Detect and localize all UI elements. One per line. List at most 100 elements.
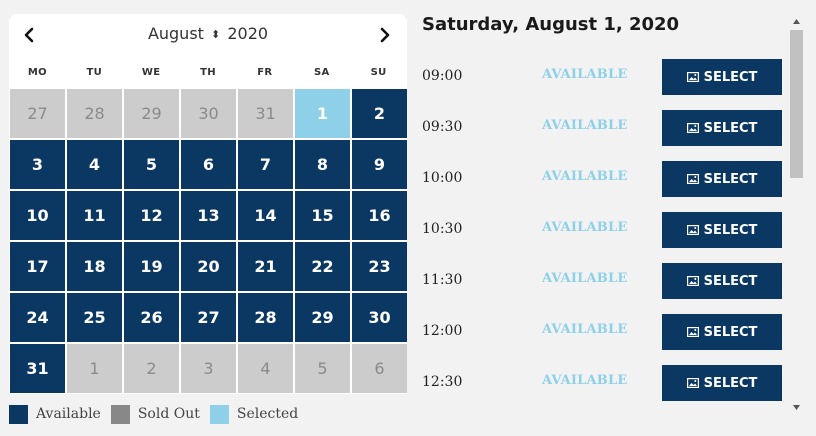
day-cell-available[interactable]: 29 <box>295 293 350 342</box>
scrollbar[interactable] <box>789 14 804 414</box>
select-slot-button[interactable]: SELECT <box>662 110 782 146</box>
image-icon <box>686 276 699 286</box>
day-cell-available[interactable]: 14 <box>238 191 293 240</box>
legend: Available Sold Out Selected <box>9 404 308 424</box>
day-cell-available[interactable]: 16 <box>352 191 407 240</box>
day-cell-available[interactable]: 2 <box>352 89 407 138</box>
slot-time: 09:00 <box>422 68 463 84</box>
day-cell-available[interactable]: 9 <box>352 140 407 189</box>
select-button-label: SELECT <box>703 171 758 187</box>
slot-status: AVAILABLE <box>542 373 628 388</box>
day-cell-disabled: 31 <box>238 89 293 138</box>
chevron-right-icon <box>380 27 390 43</box>
day-cell-available[interactable]: 20 <box>181 242 236 291</box>
legend-label: Selected <box>236 406 299 422</box>
weekday-label: MO <box>27 67 47 78</box>
day-cell-available[interactable]: 12 <box>124 191 179 240</box>
time-slot-row: 10:30 AVAILABLE SELECT <box>422 212 784 249</box>
legend-item: Available <box>9 404 101 424</box>
weekday-label: FR <box>257 67 273 78</box>
legend-label: Sold Out <box>137 406 200 422</box>
day-cell-available[interactable]: 10 <box>10 191 65 240</box>
day-cell-available[interactable]: 31 <box>10 344 65 393</box>
slot-status: AVAILABLE <box>542 118 628 133</box>
day-cell-available[interactable]: 3 <box>10 140 65 189</box>
weekday-label: WE <box>141 67 161 78</box>
day-cell-disabled: 6 <box>352 344 407 393</box>
day-cell-available[interactable]: 28 <box>238 293 293 342</box>
day-cell-available[interactable]: 24 <box>10 293 65 342</box>
select-slot-button[interactable]: SELECT <box>662 59 782 95</box>
weekday-label: SA <box>313 67 330 78</box>
day-cell-disabled: 4 <box>238 344 293 393</box>
time-slot-row: 12:30 AVAILABLE SELECT <box>422 365 784 402</box>
month-toggle-icon: ⬍ <box>211 28 221 41</box>
time-slot-row: 09:00 AVAILABLE SELECT <box>422 59 784 96</box>
image-icon <box>686 72 699 82</box>
day-cell-available[interactable]: 6 <box>181 140 236 189</box>
weekday-header-row: MO TU WE TH FR SA SU <box>9 58 407 87</box>
select-button-label: SELECT <box>703 120 758 136</box>
slot-time: 09:30 <box>422 119 463 135</box>
day-cell-selected[interactable]: 1 <box>295 89 350 138</box>
day-cell-disabled: 5 <box>295 344 350 393</box>
legend-item: Sold Out <box>110 404 200 424</box>
scroll-up-arrow[interactable] <box>789 14 804 28</box>
day-cell-disabled: 30 <box>181 89 236 138</box>
day-cell-available[interactable]: 4 <box>67 140 122 189</box>
image-icon <box>686 225 699 235</box>
day-cell-available[interactable]: 27 <box>181 293 236 342</box>
time-slot-row: 12:00 AVAILABLE SELECT <box>422 314 784 351</box>
day-cell-disabled: 3 <box>181 344 236 393</box>
weekday-label: TU <box>86 67 103 78</box>
day-cell-available[interactable]: 11 <box>67 191 122 240</box>
day-cell-available[interactable]: 19 <box>124 242 179 291</box>
select-button-label: SELECT <box>703 69 758 85</box>
select-slot-button[interactable]: SELECT <box>662 212 782 248</box>
select-button-label: SELECT <box>703 324 758 340</box>
select-button-label: SELECT <box>703 222 758 238</box>
caret-down-icon <box>793 404 800 410</box>
select-slot-button[interactable]: SELECT <box>662 161 782 197</box>
selected-day-title: Saturday, August 1, 2020 <box>422 14 680 35</box>
calendar-grid: 27 28 29 30 31 1 2 3 4 5 6 7 8 9 10 11 12 13 14 15 16 17 18 19 2… <box>9 87 407 394</box>
day-cell-available[interactable]: 15 <box>295 191 350 240</box>
year-label: 2020 <box>227 24 269 43</box>
caret-up-icon <box>793 18 800 24</box>
day-cell-available[interactable]: 13 <box>181 191 236 240</box>
next-month-button[interactable] <box>373 23 397 47</box>
legend-label: Available <box>36 406 101 422</box>
day-cell-available[interactable]: 18 <box>67 242 122 291</box>
day-cell-disabled: 1 <box>67 344 122 393</box>
slot-time: 11:30 <box>422 272 463 288</box>
day-cell-available[interactable]: 30 <box>352 293 407 342</box>
select-slot-button[interactable]: SELECT <box>662 365 782 401</box>
image-icon <box>686 378 699 388</box>
slot-status: AVAILABLE <box>542 271 628 286</box>
day-cell-available[interactable]: 21 <box>238 242 293 291</box>
day-cell-available[interactable]: 23 <box>352 242 407 291</box>
day-cell-available[interactable]: 22 <box>295 242 350 291</box>
scroll-thumb[interactable] <box>790 30 803 178</box>
weekday-label: TH <box>200 67 216 78</box>
scroll-down-arrow[interactable] <box>789 400 804 414</box>
legend-item: Selected <box>209 404 299 424</box>
day-cell-disabled: 27 <box>10 89 65 138</box>
day-cell-available[interactable]: 17 <box>10 242 65 291</box>
day-cell-available[interactable]: 7 <box>238 140 293 189</box>
image-icon <box>686 327 699 337</box>
select-slot-button[interactable]: SELECT <box>662 263 782 299</box>
month-year-selector[interactable]: August ⬍ 2020 <box>9 24 407 43</box>
select-slot-button[interactable]: SELECT <box>662 314 782 350</box>
slot-status: AVAILABLE <box>542 67 628 82</box>
day-cell-available[interactable]: 26 <box>124 293 179 342</box>
time-slot-row: 09:30 AVAILABLE SELECT <box>422 110 784 147</box>
slot-status: AVAILABLE <box>542 220 628 235</box>
day-cell-available[interactable]: 5 <box>124 140 179 189</box>
day-cell-disabled: 2 <box>124 344 179 393</box>
legend-swatch <box>9 404 28 424</box>
slot-status: AVAILABLE <box>542 169 628 184</box>
slot-status: AVAILABLE <box>542 322 628 337</box>
day-cell-available[interactable]: 25 <box>67 293 122 342</box>
day-cell-available[interactable]: 8 <box>295 140 350 189</box>
